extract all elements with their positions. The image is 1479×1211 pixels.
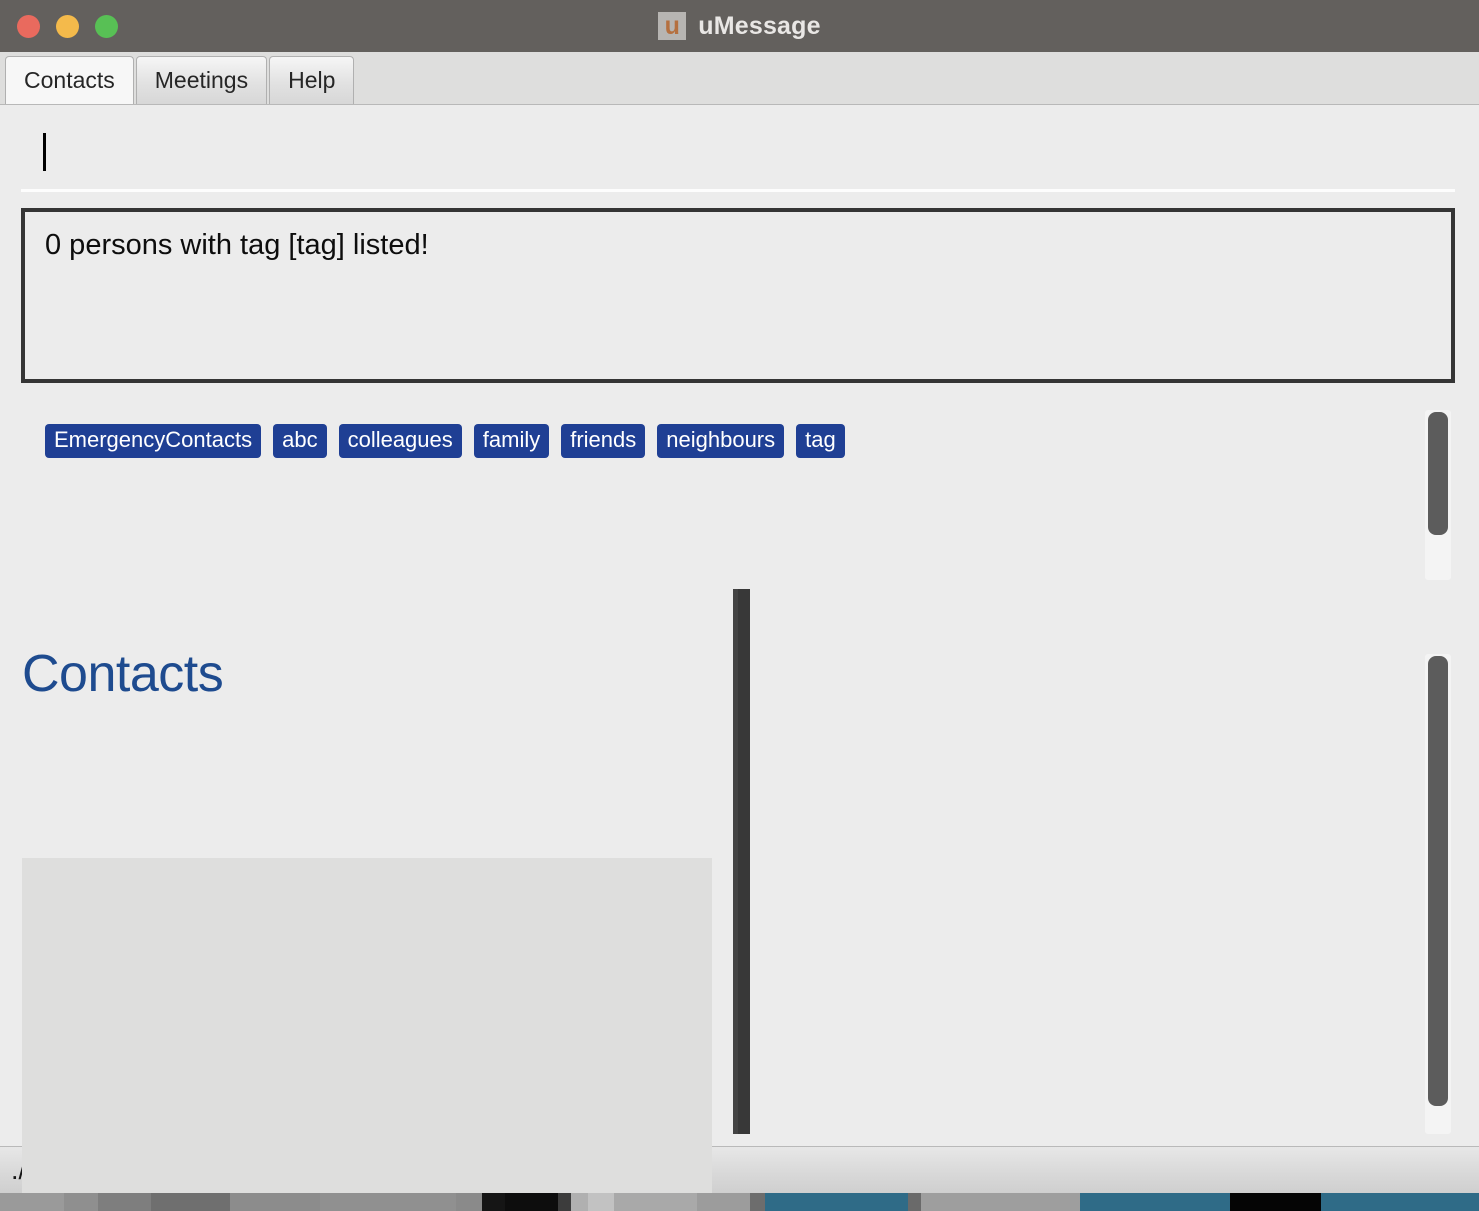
tag-list-region: EmergencyContacts abc colleagues family … [0,405,1410,590]
desktop-strip-segment [557,1190,572,1211]
tag-chip[interactable]: abc [273,424,327,458]
desktop-strip-segment [1230,1190,1321,1211]
desktop-strip-segment [1320,1190,1479,1211]
desktop-strip-segment [764,1190,908,1211]
window-title: uMessage [698,11,821,40]
main-content-area: 0 persons with tag [tag] listed! Emergen… [0,105,1479,1193]
window-title-group: u uMessage [0,12,1479,41]
desktop-strip-segment [587,1190,615,1211]
command-box [21,123,1455,192]
maximize-button[interactable] [95,14,118,38]
command-input-caret [43,133,46,171]
close-button[interactable] [17,14,40,38]
tag-scrollbar-thumb[interactable] [1428,412,1448,535]
umessage-window: u uMessage Contacts Meetings Help 0 pers… [0,0,1479,1193]
desktop-strip-segment [64,1190,98,1211]
desktop-strip-segment [97,1190,151,1211]
tag-chip[interactable]: neighbours [657,424,785,458]
contacts-scrollbar-thumb[interactable] [1428,656,1448,1106]
panel-split-divider[interactable] [733,589,750,1134]
desktop-strip-segment [150,1190,230,1211]
desktop-strip-segment [571,1190,588,1211]
contacts-panel: Contacts [0,589,733,1193]
desktop-strip-segment [907,1190,922,1211]
tag-chip[interactable]: tag [796,424,845,458]
desktop-strip-segment [229,1190,321,1211]
tag-chip[interactable]: friends [561,424,646,458]
contacts-heading: Contacts [22,645,224,703]
umessage-app-icon: u [658,12,687,40]
window-controls [17,14,118,38]
desktop-background-strip [0,1190,1479,1211]
desktop-strip-segment [320,1190,456,1211]
minimize-button[interactable] [56,14,79,38]
tab-meetings[interactable]: Meetings [135,56,268,104]
window-titlebar: u uMessage [0,0,1479,52]
tag-chip[interactable]: family [473,424,550,458]
desktop-strip-segment [749,1190,765,1211]
command-input-underline [21,189,1455,192]
result-message: 0 persons with tag [tag] listed! [45,229,429,261]
tag-chip[interactable]: EmergencyContacts [45,424,262,458]
tab-bar: Contacts Meetings Help [0,52,1479,105]
tag-list: EmergencyContacts abc colleagues family … [0,405,1410,458]
desktop-strip-segment [1079,1190,1231,1211]
desktop-strip-segment [696,1190,750,1211]
tab-meetings-label: Meetings [154,67,249,93]
desktop-strip-segment [455,1190,483,1211]
desktop-strip-segment [482,1190,505,1211]
tab-contacts[interactable]: Contacts [5,56,134,104]
tab-contacts-label: Contacts [24,67,115,93]
result-display-box: 0 persons with tag [tag] listed! [21,208,1455,383]
tag-chip[interactable]: colleagues [338,424,462,458]
desktop-strip-segment [921,1190,1080,1211]
desktop-strip-segment [504,1190,558,1211]
desktop-strip-segment [0,1190,65,1211]
tab-help[interactable]: Help [269,56,355,104]
contacts-list[interactable] [22,858,712,1193]
desktop-strip-segment [614,1190,697,1211]
command-input[interactable] [21,123,1455,183]
tab-help-label: Help [288,67,336,93]
